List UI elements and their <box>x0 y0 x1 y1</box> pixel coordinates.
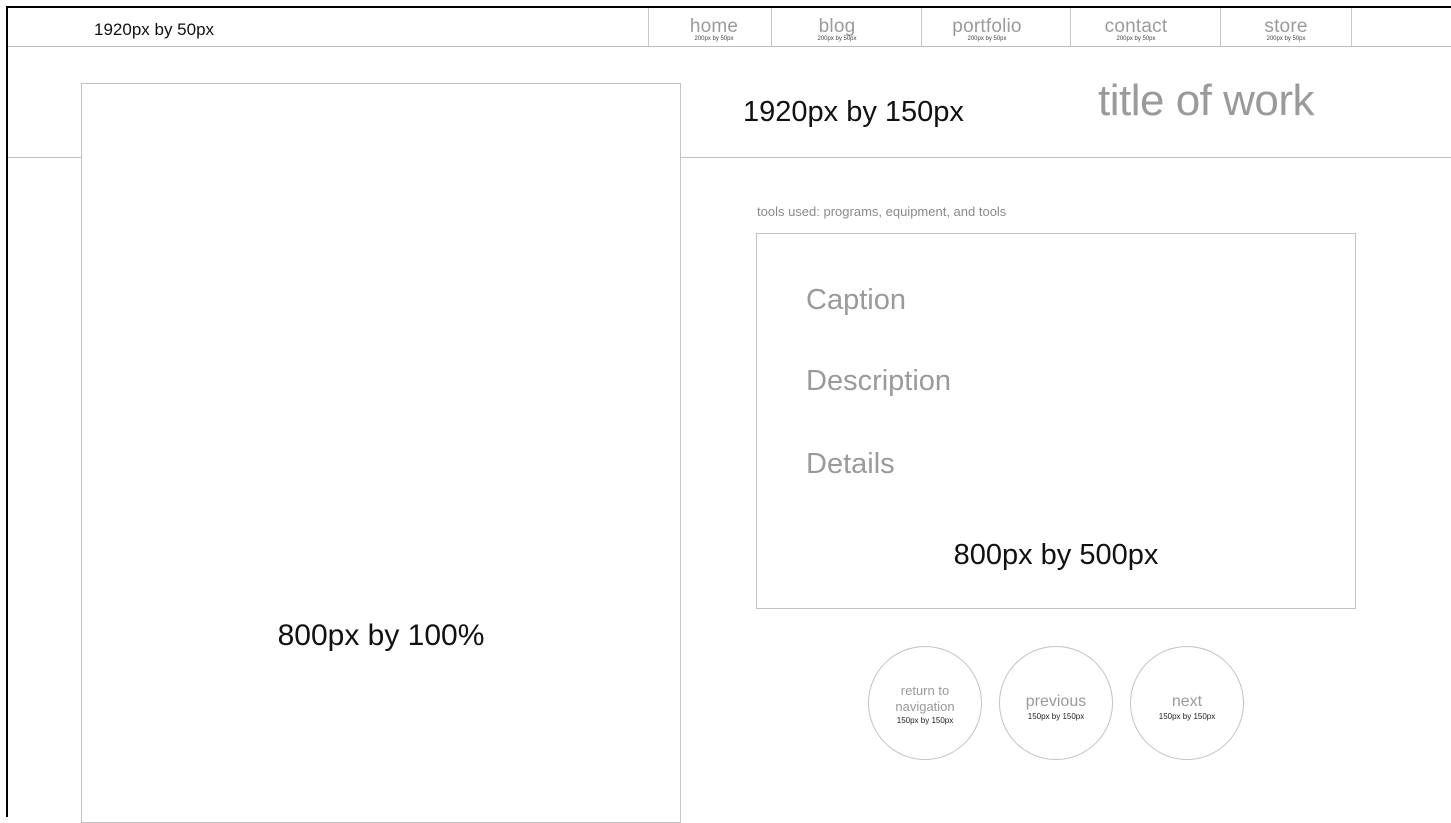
return-button-size: 150px by 150px <box>896 716 954 725</box>
nav-item-home[interactable]: home 200px by 50px <box>648 8 779 46</box>
nav-item-size: 200px by 50px <box>1116 36 1156 42</box>
info-box-size-label: 800px by 500px <box>953 539 1159 571</box>
nav-item-size: 200px by 50px <box>1266 36 1306 42</box>
nav-item-contact[interactable]: contact 200px by 50px <box>1070 8 1201 46</box>
nav-item-size: 200px by 50px <box>817 36 857 42</box>
nav-item-blog[interactable]: blog 200px by 50px <box>771 8 902 46</box>
nav-item-size: 200px by 50px <box>967 36 1007 42</box>
nav-item-label: home <box>689 16 739 37</box>
nav-item-store[interactable]: store 200px by 50px <box>1220 8 1352 46</box>
return-button-label-line1: return to <box>900 683 950 698</box>
return-to-navigation-button[interactable]: return to navigation 150px by 150px <box>868 646 982 760</box>
description-text: Description <box>806 365 952 397</box>
caption-text: Caption <box>806 284 906 316</box>
nav-item-label: contact <box>1104 16 1168 37</box>
nav-item-label: store <box>1264 16 1308 37</box>
header-size-label: 1920px by 150px <box>743 96 964 128</box>
work-title: title of work <box>1098 76 1315 125</box>
next-button[interactable]: next 150px by 150px <box>1130 646 1244 760</box>
header-divider-left <box>8 157 81 158</box>
tools-used-text: tools used: programs, equipment, and too… <box>757 204 1007 219</box>
nav-item-label: portfolio <box>952 16 1022 37</box>
info-box: Caption Description Details 800px by 500… <box>756 233 1356 609</box>
image-placeholder: 800px by 100% <box>81 83 681 823</box>
return-button-label-line2: navigation <box>895 699 955 714</box>
previous-button-label: previous <box>1025 693 1087 710</box>
nav-item-size: 200px by 50px <box>694 36 734 42</box>
previous-button[interactable]: previous 150px by 150px <box>999 646 1113 760</box>
previous-button-size: 150px by 150px <box>1027 712 1085 721</box>
nav-item-portfolio[interactable]: portfolio 200px by 50px <box>921 8 1052 46</box>
details-text: Details <box>806 448 895 480</box>
top-nav-bar: 1920px by 50px home 200px by 50px blog 2… <box>8 8 1451 47</box>
next-button-label: next <box>1171 693 1203 710</box>
topbar-size-label: 1920px by 50px <box>94 20 215 39</box>
next-button-size: 150px by 150px <box>1158 712 1216 721</box>
header-divider-right <box>681 157 1451 158</box>
nav-item-label: blog <box>818 16 856 37</box>
image-size-label: 800px by 100% <box>277 619 485 652</box>
